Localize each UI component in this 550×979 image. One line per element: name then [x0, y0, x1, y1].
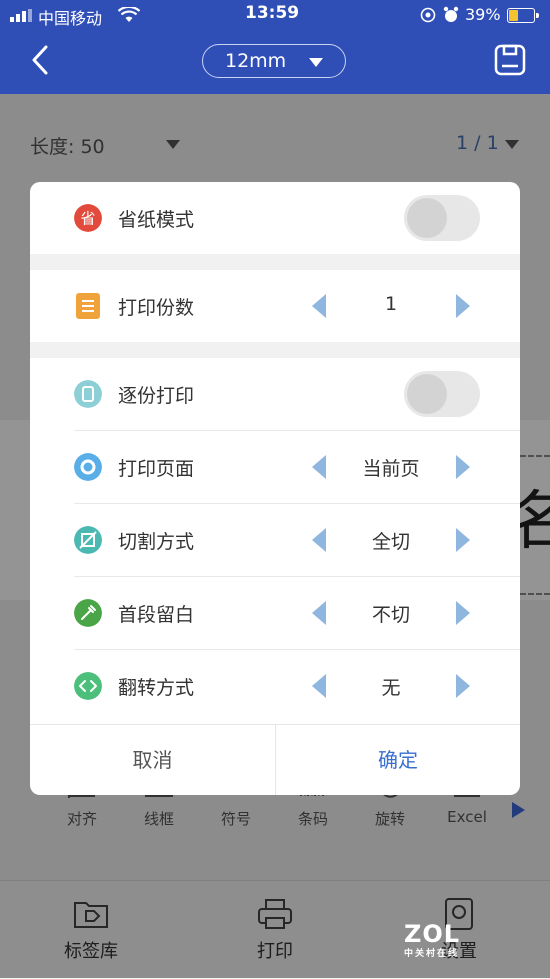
clock: 13:59 [245, 3, 300, 23]
cancel-button[interactable]: 取消 [30, 725, 275, 795]
collate-icon [74, 380, 102, 408]
dialog-footer: 取消 确定 [30, 724, 520, 795]
print-settings-dialog: 省 省纸模式 打印份数 1 逐份打印 打印页面 当前页 切割方式 全切 首段留白… [30, 182, 520, 795]
row-cut-mode: 切割方式 全切 [30, 504, 520, 576]
row-label: 打印份数 [118, 297, 195, 319]
label-size-value: 12mm [225, 50, 287, 72]
flip-icon [74, 672, 102, 700]
page-icon [74, 453, 102, 481]
paper-save-toggle[interactable] [404, 195, 480, 241]
cut-mode-value: 全切 [371, 531, 410, 553]
battery-percent: 39% [465, 5, 501, 24]
row-flip-mode: 翻转方式 无 [30, 650, 520, 722]
copies-increment[interactable] [456, 294, 470, 318]
flip-mode-prev[interactable] [312, 674, 326, 698]
row-print-page: 打印页面 当前页 [30, 431, 520, 503]
row-label: 省纸模式 [118, 209, 195, 231]
confirm-button[interactable]: 确定 [275, 725, 520, 795]
margin-icon [74, 599, 102, 627]
flip-mode-next[interactable] [456, 674, 470, 698]
row-label: 翻转方式 [118, 677, 195, 699]
row-label: 逐份打印 [118, 385, 195, 407]
wifi-icon [118, 7, 140, 22]
section-gap [30, 254, 520, 270]
copies-value: 1 [384, 293, 398, 315]
flip-mode-value: 无 [381, 677, 401, 699]
carrier-label: 中国移动 [38, 9, 103, 28]
row-copies: 打印份数 1 [30, 270, 520, 342]
battery-icon [507, 8, 539, 23]
cut-mode-next[interactable] [456, 528, 470, 552]
row-leading-margin: 首段留白 不切 [30, 577, 520, 649]
signal-icon [10, 9, 32, 22]
row-label: 切割方式 [118, 531, 195, 553]
paper-save-icon: 省 [74, 204, 102, 232]
leading-margin-prev[interactable] [312, 601, 326, 625]
row-paper-save: 省 省纸模式 [30, 182, 520, 254]
svg-text:省: 省 [80, 210, 95, 228]
print-page-prev[interactable] [312, 455, 326, 479]
print-page-next[interactable] [456, 455, 470, 479]
chevron-down-icon [309, 58, 323, 67]
orientation-lock-icon [420, 7, 436, 23]
cut-icon [74, 526, 102, 554]
zol-watermark: ZOL 中关村在线 [404, 920, 461, 959]
label-size-selector[interactable]: 12mm [202, 44, 346, 78]
row-collate: 逐份打印 [30, 358, 520, 430]
cut-mode-prev[interactable] [312, 528, 326, 552]
copies-decrement[interactable] [312, 294, 326, 318]
copies-icon [76, 293, 100, 319]
back-button[interactable] [28, 44, 52, 76]
alarm-icon [443, 6, 459, 22]
section-gap [30, 342, 520, 358]
leading-margin-next[interactable] [456, 601, 470, 625]
collate-toggle[interactable] [404, 371, 480, 417]
row-label: 首段留白 [118, 604, 195, 626]
print-page-value: 当前页 [362, 458, 420, 480]
row-label: 打印页面 [118, 458, 195, 480]
status-bar: 中国移动 13:59 39% [0, 0, 550, 30]
save-icon[interactable] [494, 44, 526, 76]
leading-margin-value: 不切 [371, 604, 410, 626]
